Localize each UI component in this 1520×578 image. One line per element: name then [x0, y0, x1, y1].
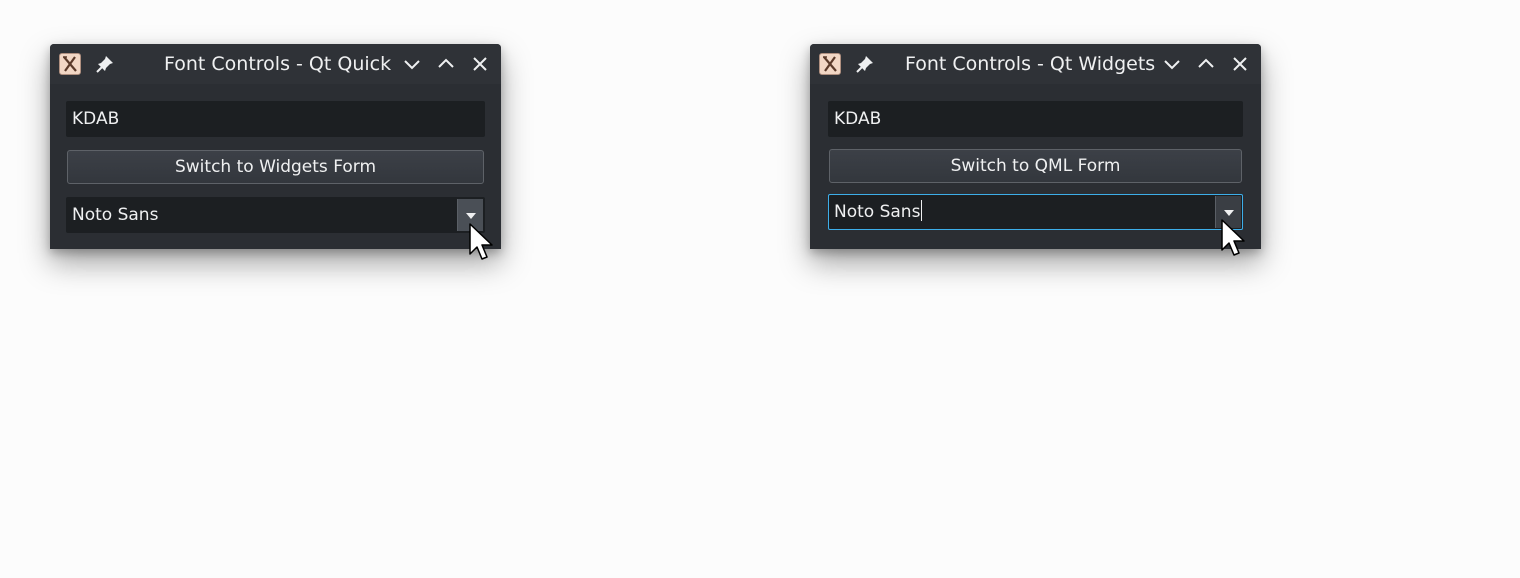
text-input[interactable]: KDAB: [66, 101, 485, 137]
window-titlebar[interactable]: Font Controls - Qt Quick: [50, 44, 501, 84]
switch-form-button[interactable]: Switch to Widgets Form: [67, 150, 484, 184]
pin-icon[interactable]: [855, 54, 875, 74]
minimize-icon[interactable]: [401, 53, 423, 75]
font-combobox[interactable]: Noto Sans: [828, 194, 1243, 230]
minimize-icon[interactable]: [1161, 53, 1183, 75]
close-icon[interactable]: [1229, 53, 1251, 75]
maximize-icon[interactable]: [1195, 53, 1217, 75]
mouse-pointer-icon: [468, 222, 498, 262]
text-caret: [921, 200, 923, 221]
font-controls-qt-quick-window: Font Controls - Qt Quick KDAB Switch to …: [50, 44, 501, 260]
close-icon[interactable]: [469, 53, 491, 75]
x-app-icon[interactable]: [59, 53, 81, 75]
window-title: Font Controls - Qt Widgets: [905, 53, 1156, 75]
switch-form-button[interactable]: Switch to QML Form: [829, 149, 1242, 183]
mouse-pointer-icon: [1220, 218, 1250, 258]
font-combobox-value: Noto Sans: [834, 202, 921, 222]
window-titlebar[interactable]: Font Controls - Qt Widgets: [810, 44, 1261, 84]
text-input[interactable]: KDAB: [828, 101, 1243, 137]
chevron-down-icon: [1224, 210, 1234, 216]
font-combobox-value: Noto Sans: [72, 205, 159, 225]
font-controls-qt-widgets-window: Font Controls - Qt Widgets KDAB Switch t…: [810, 44, 1261, 256]
maximize-icon[interactable]: [435, 53, 457, 75]
font-combobox-editable[interactable]: Noto Sans: [834, 195, 923, 229]
chevron-down-icon: [466, 213, 476, 219]
font-combobox[interactable]: Noto Sans: [66, 197, 485, 233]
window-title: Font Controls - Qt Quick: [164, 53, 392, 75]
x-app-icon[interactable]: [819, 53, 841, 75]
pin-icon[interactable]: [95, 54, 115, 74]
